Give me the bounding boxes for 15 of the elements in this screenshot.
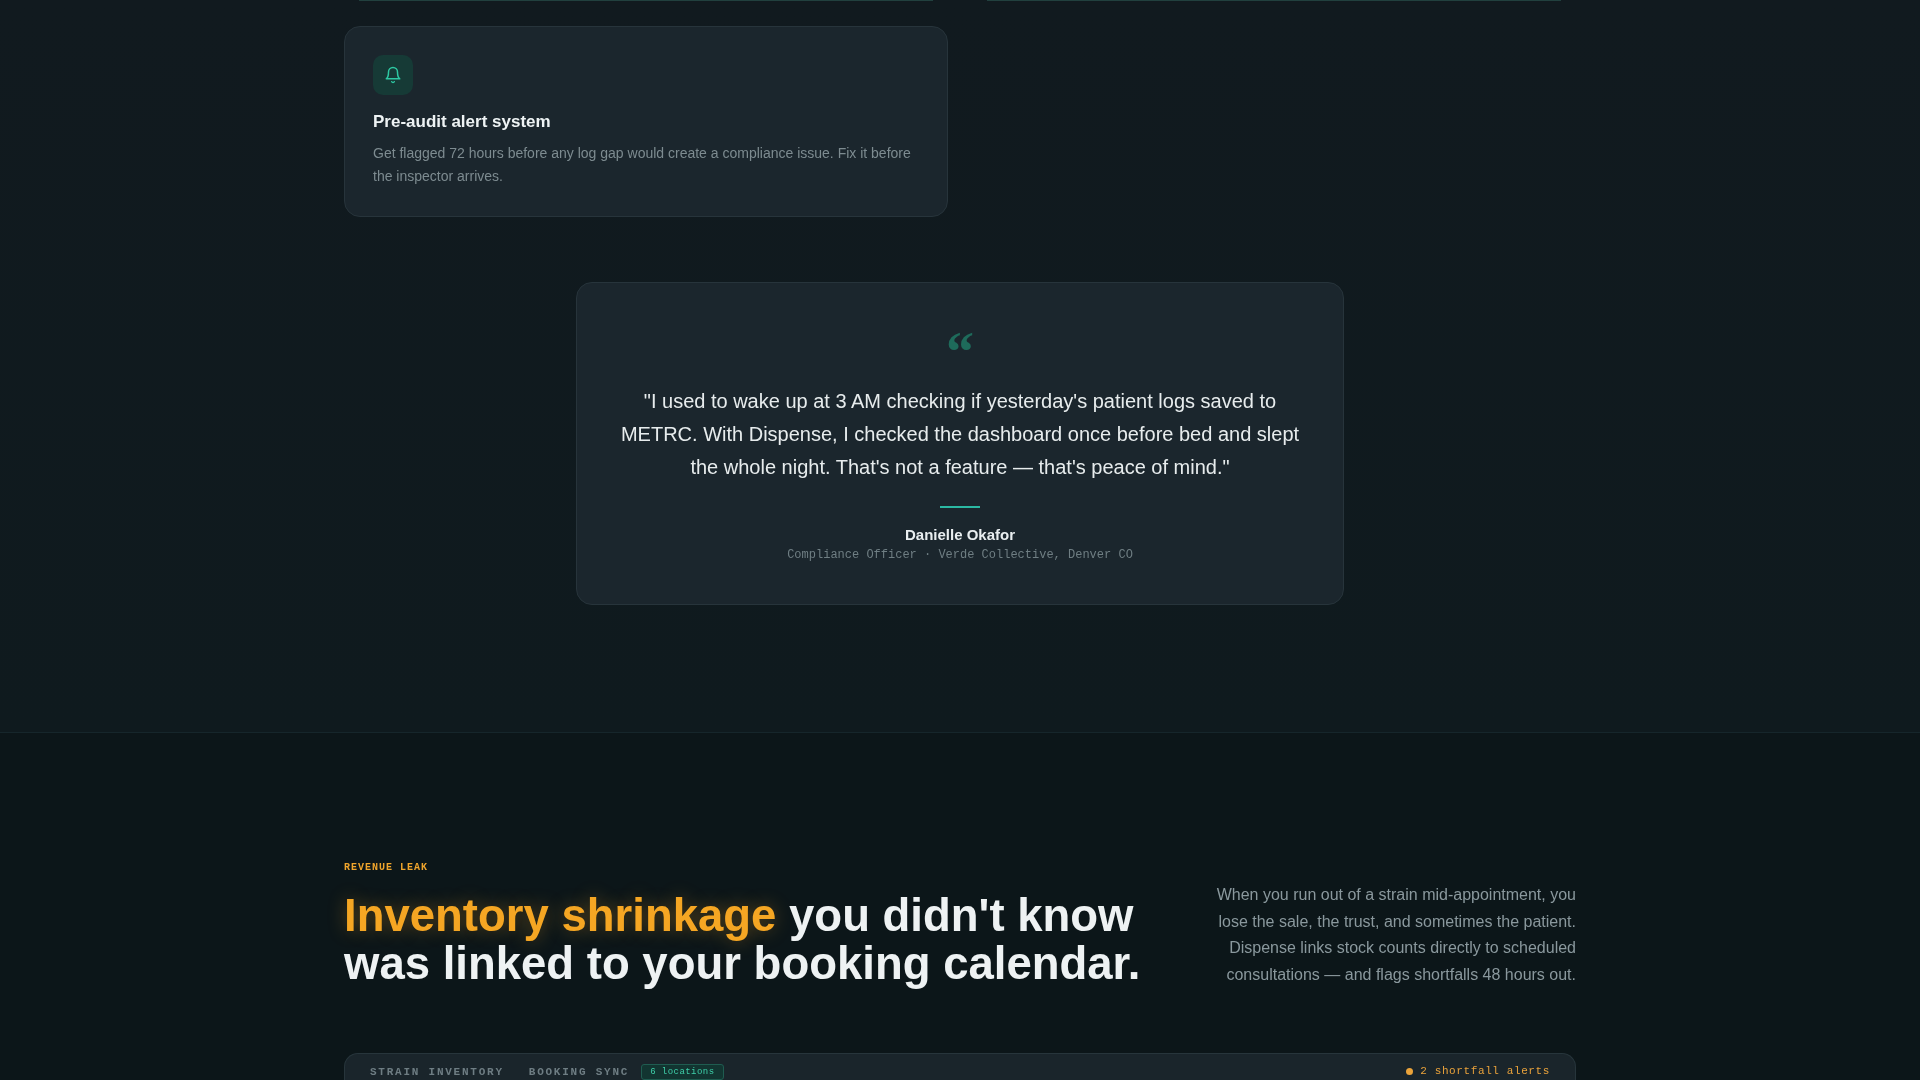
section-eyebrow: REVENUE LEAK (344, 861, 429, 875)
author-role: Compliance Officer · Verde Collective, Denver CO (787, 547, 1133, 564)
testimonial-quote: "I used to wake up at 3 AM checking if yesterday's patient logs saved to METRC. With Dispense, I checked the dashboard once before bed and slept the whole night. That's not a feature — that's peace of mind." (619, 389, 1301, 480)
bell-icon (373, 55, 413, 95)
feature-title: Pre-audit alert system (373, 111, 552, 133)
status-dot-icon (1406, 1067, 1414, 1075)
quote-mark: “ (946, 332, 974, 366)
panel-label: BOOKING SYNC (528, 1065, 630, 1079)
shortfall-alert-label: 2 shortfall alerts (1420, 1064, 1550, 1078)
panel-label: STRAIN INVENTORY (370, 1065, 504, 1079)
locations-badge: 6 locations (641, 1064, 724, 1080)
section-heading: Inventory shrinkage you didn't know was linked to your booking calendar. (344, 892, 1142, 988)
feature-description: Get flagged 72 hours before any log gap would create a compliance issue. Fix it before the inspector arrives. (373, 144, 912, 186)
section-description: When you run out of a strain mid-appointment, you lose the sale, the trust, and sometimes the patient. Dispense links stock counts directly to scheduled consultations — and flags shortfalls 48 hours out. (1215, 885, 1576, 985)
author-name: Danielle Okafor (904, 525, 1015, 545)
